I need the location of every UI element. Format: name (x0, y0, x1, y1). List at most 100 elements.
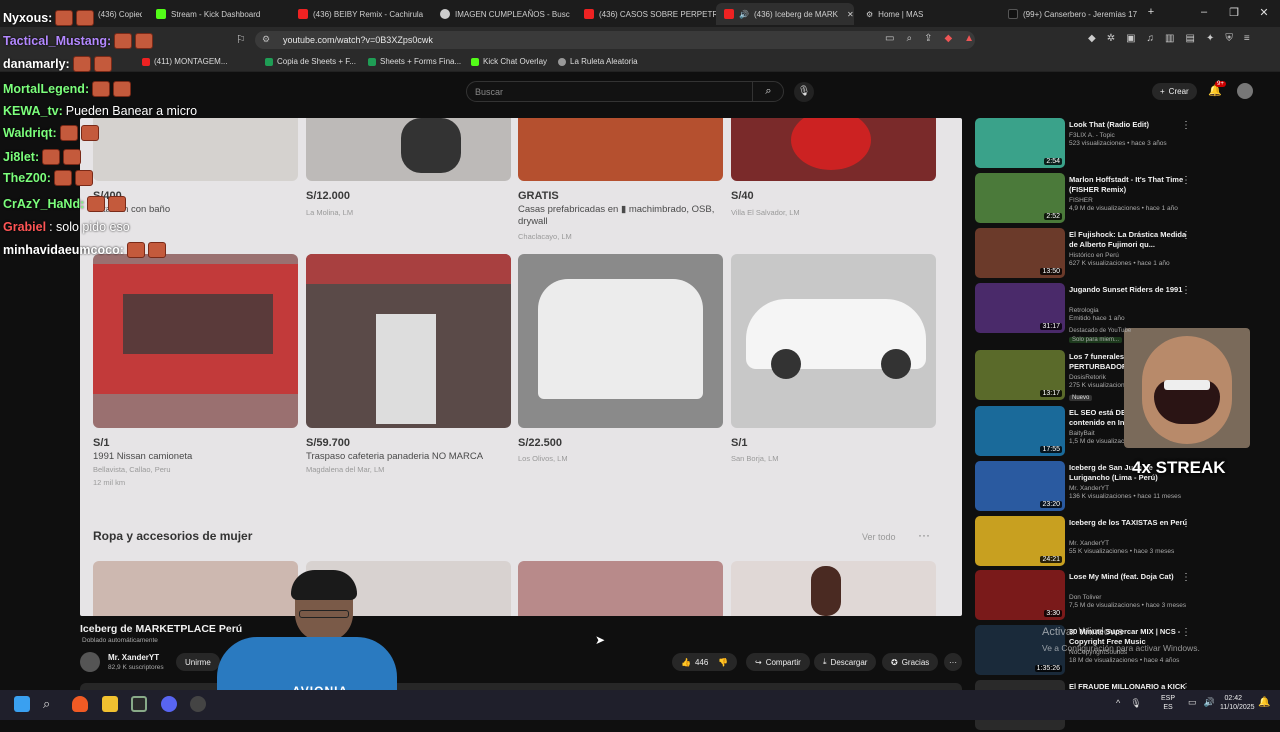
more-icon[interactable]: ⋮ (1181, 175, 1191, 186)
more-icon[interactable]: ⋮ (1181, 285, 1191, 296)
app-icon[interactable] (131, 696, 147, 712)
close-window-button[interactable]: ✕ (1254, 6, 1274, 19)
rewards-icon[interactable]: ▲ (964, 33, 974, 44)
recommended-video[interactable]: 23:20 Iceberg de San Juan de Lurigancho (… (975, 461, 1275, 513)
avatar[interactable] (1237, 83, 1253, 99)
bookmark-item[interactable]: Sheets + Forms Fina... (368, 57, 461, 66)
more-icon[interactable]: ⋮ (1181, 572, 1191, 583)
clock[interactable]: 02:42 11/10/2025 (1220, 694, 1255, 712)
recommended-video[interactable]: 13:50 El Fujishock: La Drástica Medida de… (975, 228, 1275, 280)
video-thumbnail[interactable]: 2:54 (975, 118, 1065, 168)
listing-photo[interactable] (731, 561, 936, 616)
search-icon[interactable]: ⌕ (752, 81, 784, 102)
bookmark-item[interactable]: Kick Chat Overlay (471, 57, 547, 66)
tab-4[interactable]: IMAGEN CUMPLEAÑOS - Busc (432, 3, 574, 25)
recommended-video[interactable]: 2:54 Look That (Radio Edit) F3LIX A. - Top… (975, 118, 1275, 170)
extension-icon[interactable]: ▣ (1126, 33, 1135, 44)
see-all-link[interactable]: Ver todo (862, 532, 896, 542)
vpn-icon[interactable]: ⛨ (1225, 33, 1233, 44)
channel-name[interactable]: Mr. XanderYT (108, 653, 159, 662)
wallet-icon[interactable]: ▤ (1186, 33, 1195, 44)
channel-name[interactable]: DosisRetorik (1069, 374, 1106, 381)
mic-icon[interactable]: 🎙 (794, 82, 814, 102)
listing-photo[interactable] (518, 561, 723, 616)
thumbs-down-icon[interactable]: 👎 (718, 658, 728, 667)
search-input[interactable]: Buscar (466, 81, 784, 102)
download-button[interactable]: ⤓ Descargar (814, 653, 877, 671)
tab-active[interactable]: 🔊 (436) Iceberg de MARK ✕ (716, 3, 854, 25)
extension-icon[interactable]: ♫ (1147, 33, 1155, 44)
sidebar-icon[interactable]: ▥ (1165, 33, 1174, 44)
channel-avatar[interactable] (80, 652, 100, 672)
leo-icon[interactable]: ✦ (1206, 33, 1214, 44)
listing-photo-car[interactable] (731, 254, 936, 428)
listing-photo-van[interactable] (518, 254, 723, 428)
listing-photo[interactable] (518, 118, 723, 181)
video-thumbnail[interactable]: 23:20 (975, 461, 1065, 511)
notifications-icon[interactable]: 🔔 (1258, 697, 1270, 708)
extension-icon[interactable]: ✲ (1107, 33, 1115, 44)
more-icon[interactable]: ⋮ (1181, 518, 1191, 529)
video-title[interactable]: Lose My Mind (feat. Doja Cat) (1069, 572, 1189, 582)
close-icon[interactable]: ✕ (847, 10, 854, 19)
windows-start-icon[interactable] (14, 696, 30, 712)
recommended-video[interactable]: 2:52 Marlon Hoffstadt - It's That Time (F… (975, 173, 1275, 225)
channel-name[interactable]: Retrologia (1069, 307, 1099, 314)
folder-icon[interactable] (102, 696, 118, 712)
channel-name[interactable]: BaityBait (1069, 430, 1095, 437)
create-button[interactable]: + Crear (1152, 83, 1197, 100)
video-title[interactable]: Marlon Hoffstadt - It's That Time (FISHE… (1069, 175, 1189, 195)
tab-3[interactable]: (436) BEIBY Remix - Cachirula (290, 3, 428, 25)
site-info-icon[interactable]: ⚙ (262, 34, 270, 45)
like-button[interactable]: 👍 446 👎 (672, 653, 738, 671)
video-thumbnail[interactable]: 2:52 (975, 173, 1065, 223)
cast-icon[interactable]: ▭ (885, 33, 894, 44)
video-thumbnail[interactable]: 13:50 (975, 228, 1065, 278)
video-title[interactable]: Look That (Radio Edit) (1069, 120, 1189, 130)
extension-icon[interactable]: ◆ (1088, 33, 1096, 44)
video-title[interactable]: El Fujishock: La Drástica Medida de Albe… (1069, 230, 1189, 250)
shield-icon[interactable]: ◆ (944, 33, 952, 44)
more-actions-button[interactable]: ··· (944, 653, 962, 671)
recommended-video[interactable]: 24:21 Iceberg de los TAXISTAS en Perú Mr. … (975, 516, 1275, 568)
video-title[interactable]: Iceberg de los TAXISTAS en Perú (1069, 518, 1189, 528)
search-icon[interactable]: ⌕ (43, 696, 50, 712)
language-indicator[interactable]: ESP ES (1161, 694, 1175, 712)
listing-photo[interactable] (306, 118, 511, 181)
channel-name[interactable]: Histórico en Perú (1069, 252, 1119, 259)
bookmark-item[interactable]: Copia de Sheets + F... (265, 57, 356, 66)
video-thumbnail[interactable]: 13:17 (975, 350, 1065, 400)
recommended-video[interactable]: 3:30 Lose My Mind (feat. Doja Cat) Don Tol… (975, 570, 1275, 622)
obs-icon[interactable] (190, 696, 206, 712)
share-button[interactable]: ↪ Compartir (746, 653, 810, 671)
share-icon[interactable]: ⇪ (924, 33, 932, 44)
more-icon[interactable]: ··· (918, 528, 930, 542)
mic-icon[interactable]: 🎙 (1130, 698, 1141, 709)
url-field[interactable]: youtube.com/watch?v=0B3XZps0cwk (255, 31, 975, 49)
volume-icon[interactable]: 🔊 (1204, 697, 1215, 708)
tab-8[interactable]: (99+) Canserbero - Jeremías 17 (1000, 3, 1140, 25)
video-title[interactable]: Jugando Sunset Riders de 1991 (1069, 285, 1189, 295)
channel-name[interactable]: Mr. XanderYT (1069, 485, 1109, 492)
more-icon[interactable]: ⋮ (1181, 230, 1191, 241)
thanks-button[interactable]: ✪ Gracias (882, 653, 939, 671)
maximize-button[interactable]: ❐ (1224, 6, 1244, 19)
discord-icon[interactable] (161, 696, 177, 712)
video-thumbnail[interactable]: 24:21 (975, 516, 1065, 566)
bookmark-item[interactable]: La Ruleta Aleatoria (558, 57, 638, 66)
brave-icon[interactable] (72, 696, 88, 712)
network-icon[interactable]: ▭ (1188, 697, 1197, 708)
minimize-button[interactable]: – (1194, 6, 1214, 18)
channel-name[interactable]: Mr. XanderYT (1069, 540, 1109, 547)
zoom-icon[interactable]: ⌕ (906, 33, 912, 44)
channel-name[interactable]: FISHER (1069, 197, 1093, 204)
menu-icon[interactable]: ≡ (1244, 33, 1250, 44)
channel-name[interactable]: Don Toliver (1069, 594, 1101, 601)
video-thumbnail[interactable]: 31:17 (975, 283, 1065, 333)
listing-photo-truck[interactable] (93, 254, 298, 428)
listing-photo-bakery[interactable] (306, 254, 511, 428)
listing-photo[interactable] (731, 118, 936, 181)
more-icon[interactable]: ⋮ (1181, 627, 1191, 638)
video-thumbnail[interactable]: 17:55 (975, 406, 1065, 456)
more-icon[interactable]: ⋮ (1181, 120, 1191, 131)
